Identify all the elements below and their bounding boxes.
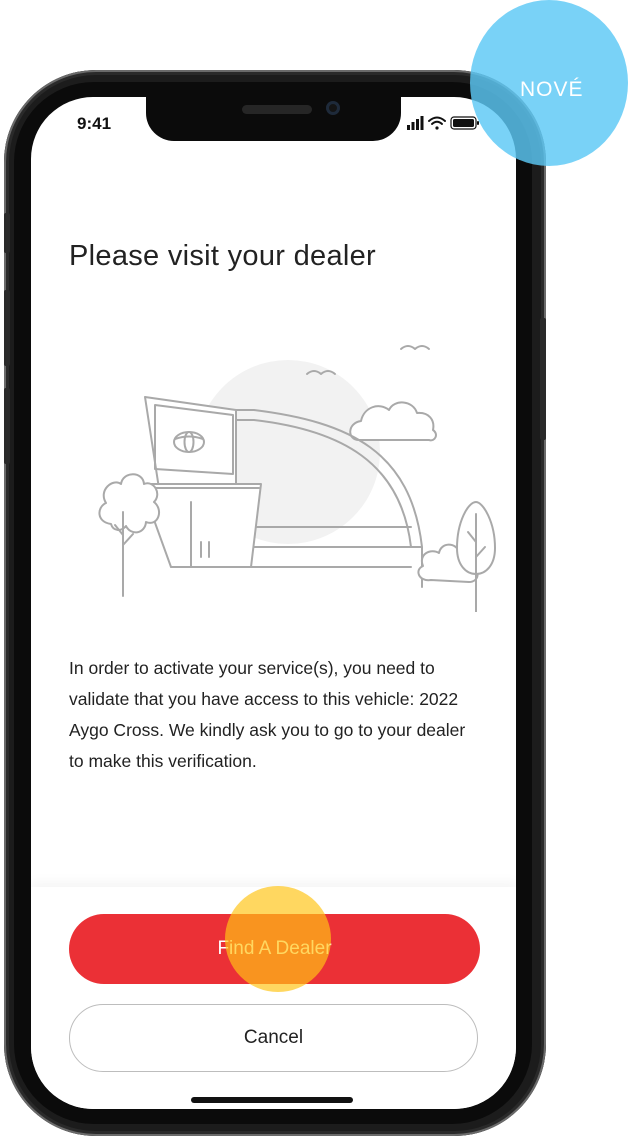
status-time: 9:41 [77, 114, 112, 133]
home-indicator[interactable] [191, 1097, 353, 1103]
signal-icon [407, 116, 424, 130]
page-title: Please visit your dealer [69, 240, 377, 272]
front-camera [326, 101, 340, 115]
dealership-illustration [98, 345, 496, 612]
description-text: In order to activate your service(s), yo… [69, 658, 466, 771]
mute-switch [4, 213, 10, 253]
volume-up-button [4, 290, 10, 366]
battery-icon [450, 116, 479, 130]
status-icons [407, 115, 487, 131]
action-footer: Find A Dealer Cancel [31, 887, 516, 1109]
screen: 9:41 Please visit your dealer In order t… [31, 97, 516, 1109]
find-a-dealer-button[interactable]: Find A Dealer [69, 914, 480, 984]
speaker-grille [242, 105, 312, 114]
power-button [540, 318, 546, 440]
new-badge: NOVÉ [470, 0, 628, 166]
cancel-button[interactable]: Cancel [69, 1004, 478, 1072]
wifi-icon [428, 116, 446, 130]
notch [146, 97, 401, 141]
volume-down-button [4, 388, 10, 464]
new-badge-label: NOVÉ [520, 78, 584, 101]
